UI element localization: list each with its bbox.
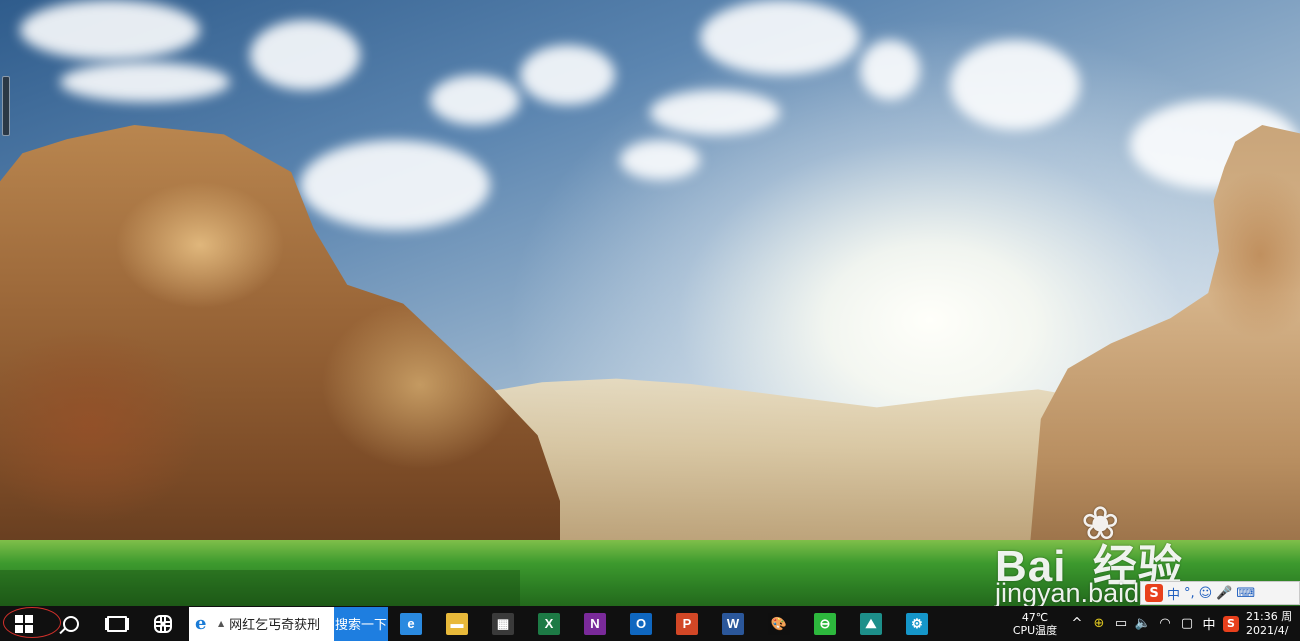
taskbar-search-input[interactable]: e ▲ 网红乞丐奇获刑 — [189, 606, 334, 641]
dropdown-caret-icon[interactable]: ▲ — [218, 619, 224, 628]
cloud — [60, 62, 230, 102]
taskbar-app-word[interactable]: W — [710, 606, 756, 641]
task-view-icon — [107, 615, 127, 632]
cloud — [430, 75, 520, 125]
taskbar-app-image-viewer[interactable]: ⛰ — [848, 606, 894, 641]
taskbar-app-onenote[interactable]: N — [572, 606, 618, 641]
word-icon: W — [722, 612, 744, 635]
taskbar-app-paint[interactable]: 🎨 — [756, 606, 802, 641]
cloud — [300, 140, 490, 230]
cloud — [20, 0, 200, 60]
taskbar-app-excel[interactable]: X — [526, 606, 572, 641]
edge-handle[interactable] — [2, 76, 10, 136]
paint-icon: 🎨 — [768, 612, 790, 635]
cpu-temp-label: CPU温度 — [1012, 623, 1058, 637]
search-icon — [63, 615, 79, 632]
show-hidden-icons-chevron-icon[interactable]: ^ — [1066, 616, 1088, 631]
ime-emoji-icon[interactable]: ☺ — [1199, 586, 1213, 601]
cloud — [860, 40, 920, 100]
search-input-value[interactable]: 网红乞丐奇获刑 — [229, 614, 320, 633]
sogou-tray-icon[interactable]: S — [1220, 615, 1242, 632]
excel-icon: X — [538, 612, 560, 635]
display-icon[interactable]: ▢ — [1176, 616, 1198, 631]
clock[interactable]: 21:36 周 2021/4/ — [1242, 610, 1300, 638]
plus-circle-app-icon[interactable]: ⊕ — [1088, 616, 1110, 631]
cloud — [250, 20, 360, 90]
taskbar-app-edge-browser[interactable]: e — [388, 606, 434, 641]
ime-toolbar[interactable]: S 中 °, ☺ 🎤 ⌨ — [1140, 581, 1300, 605]
search-button[interactable] — [48, 606, 94, 641]
taskbar-app-powerpoint[interactable]: P — [664, 606, 710, 641]
file-explorer-icon: ▬ — [446, 612, 468, 635]
pinned-apps: e ▬ ▦ X N O P W 🎨 ⊖ ⛰ ⚙ — [388, 606, 940, 641]
cpu-temp-value: 47℃ — [1021, 610, 1049, 624]
search-go-button[interactable]: 搜索一下 — [334, 606, 388, 641]
pinwheel-icon — [154, 614, 172, 633]
cloud — [520, 45, 615, 105]
cpu-temperature-widget[interactable]: 47℃ CPU温度 — [1004, 611, 1066, 637]
ime-chinese-mode[interactable]: 中 — [1167, 584, 1180, 603]
taskbar: e ▲ 网红乞丐奇获刑 搜索一下 e ▬ ▦ X N O P W 🎨 ⊖ ⛰ ⚙ 47℃ CPU温度 … — [0, 606, 1300, 641]
outlook-icon: O — [630, 612, 652, 635]
clock-date: 2021/4/ — [1246, 623, 1289, 637]
taskbar-search-widget: e ▲ 网红乞丐奇获刑 搜索一下 — [189, 606, 388, 641]
ime-keyboard-icon[interactable]: ⌨ — [1236, 586, 1255, 601]
volume-icon[interactable]: 🔈 — [1132, 616, 1154, 631]
taskbar-app-file-explorer[interactable]: ▬ — [434, 606, 480, 641]
ime-indicator[interactable]: 中 — [1198, 614, 1220, 633]
edge-browser-icon: e — [400, 612, 422, 635]
cloud — [620, 140, 700, 180]
onenote-icon: N — [584, 612, 606, 635]
powerpoint-icon: P — [676, 612, 698, 635]
taskbar-app-outlook[interactable]: O — [618, 606, 664, 641]
ime-voice-icon[interactable]: 🎤 — [1216, 586, 1232, 601]
battery-icon[interactable]: ▭ — [1110, 616, 1132, 631]
system-tray: 47℃ CPU温度 ^ ⊕ ▭ 🔈 ◠ ▢ 中 S 21:36 周 2021/4… — [1004, 606, 1300, 641]
grass-shadow — [0, 570, 520, 606]
taskbar-app-microsoft-store[interactable]: ▦ — [480, 606, 526, 641]
clock-time: 21:36 周 — [1246, 609, 1293, 623]
microsoft-store-icon: ▦ — [492, 612, 514, 635]
wifi-icon[interactable]: ◠ — [1154, 616, 1176, 631]
360-browser-icon: ⊖ — [814, 612, 836, 635]
settings-icon: ⚙ — [906, 612, 928, 635]
sogou-logo-icon[interactable]: S — [1145, 584, 1163, 602]
taskbar-app-360-browser[interactable]: ⊖ — [802, 606, 848, 641]
task-view-button[interactable] — [94, 606, 140, 641]
cloud — [650, 90, 780, 135]
image-viewer-icon: ⛰ — [860, 612, 882, 635]
cloud — [700, 0, 860, 75]
taskbar-app-settings[interactable]: ⚙ — [894, 606, 940, 641]
pinwheel-app-button[interactable] — [140, 606, 186, 641]
cloud — [950, 40, 1080, 130]
start-button[interactable] — [0, 606, 61, 641]
ie-icon: e — [195, 612, 207, 634]
ime-punctuation-mode[interactable]: °, — [1184, 586, 1195, 601]
